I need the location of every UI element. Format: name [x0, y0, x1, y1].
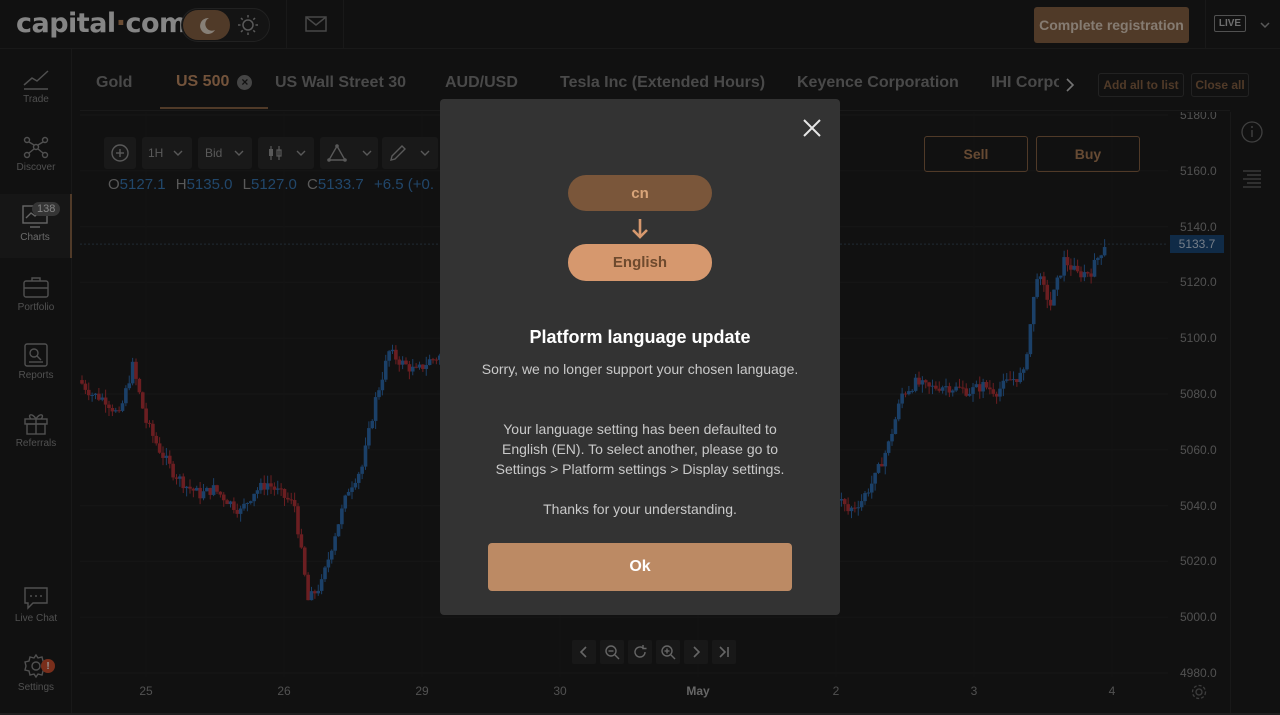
- dialog-message-3: Thanks for your understanding.: [543, 501, 737, 517]
- language-update-dialog: cn English Platform language update Sorr…: [440, 99, 840, 615]
- previous-language-pill: cn: [568, 175, 712, 211]
- dialog-message-1: Sorry, we no longer support your chosen …: [481, 361, 799, 377]
- dialog-message-2: Your language setting has been defaulted…: [495, 421, 785, 477]
- dialog-title: Platform language update: [529, 327, 751, 347]
- close-icon: [803, 119, 821, 137]
- new-language-pill: English: [568, 244, 712, 281]
- arrow-down-icon: [632, 219, 648, 239]
- close-dialog-button[interactable]: [799, 115, 825, 141]
- ok-button[interactable]: Ok: [488, 543, 792, 591]
